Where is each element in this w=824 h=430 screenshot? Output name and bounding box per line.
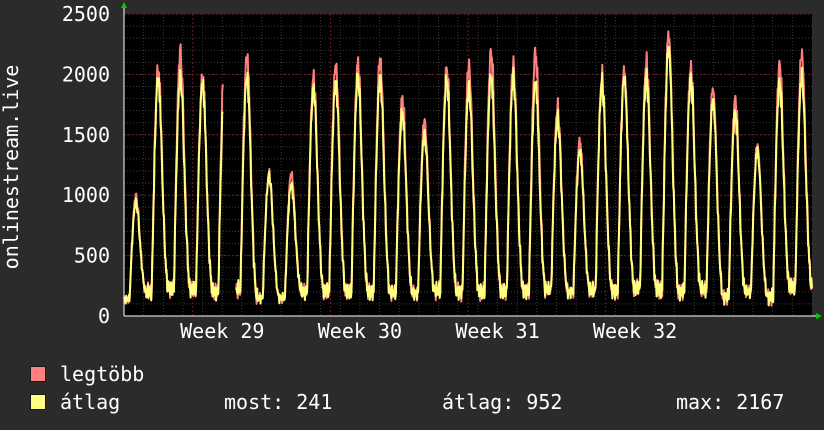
legend-swatch-max (30, 366, 46, 382)
y-tick-label: 1500 (62, 123, 110, 147)
stat-current: most: 241 (224, 390, 333, 414)
x-tick-label: Week 30 (318, 319, 402, 343)
legend-label-avg: átlag (60, 390, 121, 414)
rrd-graph: 0 500 1000 1500 2000 2500 Week 29 Week 30 Week 3… (0, 0, 824, 430)
y-tick-label: 2500 (62, 2, 110, 26)
y-tick-label: 1000 (62, 183, 110, 207)
stat-maximum: max: 2167 (676, 390, 785, 414)
legend-row-avg: átlag most: 241 átlag: 952 max: 2167 (0, 390, 824, 414)
x-tick-label: Week 29 (180, 319, 264, 343)
y-axis-label: onlinestream.live (0, 65, 23, 270)
stat-average: átlag: 952 (442, 390, 563, 414)
y-tick-label: 0 (98, 304, 110, 328)
legend-row-max: legtöbb (0, 362, 824, 386)
x-tick-label: Week 31 (455, 319, 539, 343)
x-axis-arrow (816, 313, 822, 319)
y-tick-label: 500 (74, 244, 110, 268)
x-tick-label: Week 32 (593, 319, 677, 343)
y-tick-label: 2000 (62, 62, 110, 86)
legend-swatch-avg (30, 394, 46, 410)
y-axis-arrow (121, 2, 127, 8)
legend-label-max: legtöbb (60, 362, 145, 386)
chart-canvas: 0 500 1000 1500 2000 2500 Week 29 Week 30 Week 3… (0, 2, 822, 343)
